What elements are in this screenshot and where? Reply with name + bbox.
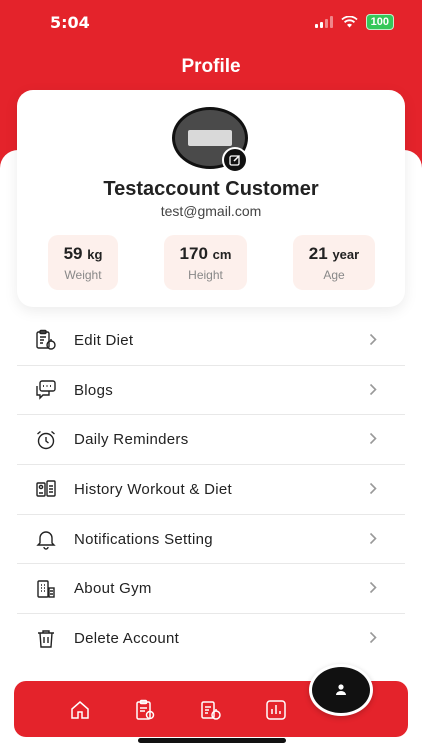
menu-item-label: Delete Account xyxy=(74,630,180,648)
menu-item-about-gym[interactable]: About Gym xyxy=(17,564,405,615)
stat-unit: kg xyxy=(87,247,103,262)
nav-workout-button[interactable] xyxy=(133,698,157,722)
alarm-clock-icon xyxy=(34,428,58,452)
user-icon xyxy=(336,684,346,695)
avatar-image xyxy=(188,130,232,146)
stat-value: 59 xyxy=(63,244,83,263)
home-indicator xyxy=(138,738,286,743)
menu-item-label: Daily Reminders xyxy=(74,431,189,449)
nav-diet-button[interactable] xyxy=(199,698,223,722)
wifi-icon xyxy=(341,16,358,28)
menu-item-label: Notifications Setting xyxy=(74,530,213,548)
chevron-right-icon xyxy=(369,582,377,594)
home-icon xyxy=(71,701,89,719)
diet-clipboard-icon xyxy=(201,701,221,720)
settings-menu: Edit Diet Blogs Daily Reminders History … xyxy=(17,316,405,664)
menu-item-blogs[interactable]: Blogs xyxy=(17,366,405,416)
workout-clipboard-icon xyxy=(136,699,155,720)
chat-bubbles-icon xyxy=(34,378,58,402)
nav-stats-button[interactable] xyxy=(264,698,288,722)
chevron-right-icon xyxy=(369,333,377,346)
profile-fab-button[interactable] xyxy=(309,664,373,716)
stat-weight: 59 kg Weight xyxy=(48,235,118,290)
page-title: Profile xyxy=(181,56,241,77)
chevron-right-icon xyxy=(369,532,377,544)
menu-item-history-workout-diet[interactable]: History Workout & Diet xyxy=(17,465,405,515)
trash-icon xyxy=(34,627,58,651)
user-name: Testaccount Customer xyxy=(103,178,319,200)
stat-value: 21 xyxy=(308,244,328,263)
stat-unit: year xyxy=(332,247,360,262)
status-bar: 5:04 100 xyxy=(0,0,422,46)
diet-clipboard-icon xyxy=(34,328,58,352)
gym-building-icon xyxy=(34,577,58,601)
menu-item-daily-reminders[interactable]: Daily Reminders xyxy=(17,415,405,466)
menu-item-label: Blogs xyxy=(74,381,114,399)
stat-label: Age xyxy=(323,268,345,282)
stat-height: 170 cm Height xyxy=(164,235,247,290)
menu-item-edit-diet[interactable]: Edit Diet xyxy=(17,316,405,366)
stat-unit: cm xyxy=(212,247,232,262)
history-book-icon xyxy=(34,477,58,501)
stat-label: Weight xyxy=(64,268,102,282)
bell-icon xyxy=(34,527,58,551)
chevron-right-icon xyxy=(369,383,377,395)
chevron-right-icon xyxy=(369,632,377,644)
menu-item-label: About Gym xyxy=(74,580,152,598)
menu-item-label: History Workout & Diet xyxy=(74,480,233,498)
user-email: test@gmail.com xyxy=(160,203,262,219)
edit-avatar-button[interactable] xyxy=(222,147,248,173)
chevron-right-icon xyxy=(369,482,377,495)
cellular-signal-icon xyxy=(314,16,333,28)
status-icons: 100 xyxy=(314,14,394,30)
menu-item-label: Edit Diet xyxy=(74,331,134,349)
stat-value: 170 xyxy=(179,244,208,263)
chevron-right-icon xyxy=(369,433,377,445)
nav-home-button[interactable] xyxy=(68,698,92,722)
stats-chart-icon xyxy=(266,700,286,720)
menu-item-delete-account[interactable]: Delete Account xyxy=(17,614,405,664)
stat-age: 21 year Age xyxy=(293,235,375,290)
status-time: 5:04 xyxy=(50,13,90,32)
stat-label: Height xyxy=(188,268,223,282)
menu-item-notifications-setting[interactable]: Notifications Setting xyxy=(17,515,405,565)
battery-indicator: 100 xyxy=(365,14,394,30)
edit-icon xyxy=(229,154,241,166)
